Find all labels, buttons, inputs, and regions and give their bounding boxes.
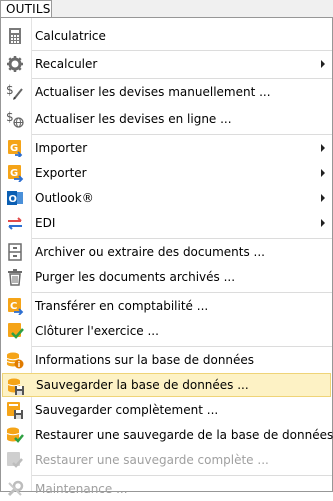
menu-item-importer[interactable]: G Importer xyxy=(2,136,331,160)
menu-item-transferer-comptabilite[interactable]: C Transférer en comptabilité ... xyxy=(2,294,331,318)
menu-item-label: Calculatrice xyxy=(35,29,106,43)
menu-item-label: Recalculer xyxy=(35,57,98,71)
separator xyxy=(32,78,332,79)
menu-item-label: EDI xyxy=(35,216,56,230)
submenu-arrow-icon xyxy=(321,194,325,202)
submenu-arrow-icon xyxy=(321,219,325,227)
gear-icon xyxy=(6,55,24,73)
menu-item-label: Actualiser les devises en ligne ... xyxy=(35,112,232,126)
menu-item-restaurer-sauvegarde-complete[interactable]: Restaurer une sauvegarde complète ... xyxy=(2,448,331,472)
menu-item-outlook[interactable]: O Outlook® xyxy=(2,186,331,210)
menu-item-label: Sauvegarder la base de données ... xyxy=(36,378,249,392)
database-restore-icon xyxy=(6,426,24,444)
menu-item-calculatrice[interactable]: Calculatrice xyxy=(2,24,331,48)
archive-icon xyxy=(6,243,24,261)
export-icon: G xyxy=(6,164,24,183)
menu-item-label: Archiver ou extraire des documents ... xyxy=(35,245,265,259)
svg-text:$: $ xyxy=(6,83,14,97)
svg-text:O: O xyxy=(9,194,18,205)
menu-item-actualiser-devises-manuellement[interactable]: $ Actualiser les devises manuellement ..… xyxy=(2,80,331,104)
menu-item-label: Restaurer une sauvegarde de la base de d… xyxy=(35,428,333,442)
submenu-arrow-icon xyxy=(321,169,325,177)
menu-item-label: Clôturer l'exercice ... xyxy=(35,324,159,338)
menu-item-label: Maintenance ... xyxy=(35,482,128,496)
separator xyxy=(32,50,332,51)
menu-item-maintenance[interactable]: Maintenance ... xyxy=(2,477,331,501)
menu-item-sauvegarder-completement[interactable]: Sauvegarder complètement ... xyxy=(2,398,331,422)
menu-item-actualiser-devises-en-ligne[interactable]: $ Actualiser les devises en ligne ... xyxy=(2,107,331,131)
menu-item-archiver[interactable]: Archiver ou extraire des documents ... xyxy=(2,240,331,264)
menu-item-label: Transférer en comptabilité ... xyxy=(35,299,209,313)
edi-icon xyxy=(6,214,24,232)
trash-icon xyxy=(6,268,24,286)
menu-item-cloturer-exercice[interactable]: Clôturer l'exercice ... xyxy=(2,319,331,343)
menu-item-purger[interactable]: Purger les documents archivés ... xyxy=(2,265,331,289)
svg-text:$: $ xyxy=(6,110,14,124)
currency-edit-icon: $ xyxy=(6,83,24,101)
full-backup-icon xyxy=(6,401,24,419)
full-restore-icon xyxy=(6,451,24,469)
menu-item-label: Actualiser les devises manuellement ... xyxy=(35,85,271,99)
menu-item-label: Outlook® xyxy=(35,191,94,205)
separator xyxy=(32,346,332,347)
calculator-icon xyxy=(6,27,24,45)
import-icon: G xyxy=(6,139,24,159)
svg-text:G: G xyxy=(10,143,18,154)
menu-item-label: Restaurer une sauvegarde complète ... xyxy=(35,453,269,467)
separator xyxy=(32,292,332,293)
wrench-icon xyxy=(6,480,24,498)
menu-item-sauvegarder-base[interactable]: Sauvegarder la base de données ... xyxy=(2,373,331,397)
menu-item-label: Informations sur la base de données xyxy=(35,353,255,367)
currency-online-icon: $ xyxy=(6,110,24,128)
submenu-arrow-icon xyxy=(321,144,325,152)
separator xyxy=(32,134,332,135)
submenu-arrow-icon xyxy=(321,60,325,68)
menu-item-restaurer-sauvegarde-base[interactable]: Restaurer une sauvegarde de la base de d… xyxy=(2,423,333,447)
menu-item-informations-base[interactable]: Informations sur la base de données xyxy=(2,348,331,372)
svg-text:G: G xyxy=(10,168,18,179)
menu-item-label: Exporter xyxy=(35,166,87,180)
outlook-icon: O xyxy=(6,189,24,207)
outils-dropdown-menu: Calculatrice Recalculer $ Actualiser les… xyxy=(0,17,333,497)
database-save-icon xyxy=(7,377,25,395)
svg-text:C: C xyxy=(10,301,17,312)
menu-bar: OUTILS xyxy=(0,0,333,18)
close-fiscal-year-icon xyxy=(6,322,24,340)
menu-item-recalculer[interactable]: Recalculer xyxy=(2,52,331,76)
menu-item-exporter[interactable]: G Exporter xyxy=(2,161,331,185)
separator xyxy=(32,475,332,476)
database-info-icon xyxy=(6,351,24,369)
menu-outils[interactable]: OUTILS xyxy=(0,0,52,18)
menu-item-label: Sauvegarder complètement ... xyxy=(35,403,219,417)
menu-item-label: Purger les documents archivés ... xyxy=(35,270,236,284)
separator xyxy=(32,238,332,239)
menu-item-label: Importer xyxy=(35,141,88,155)
transfer-accounting-icon: C xyxy=(6,297,24,316)
menu-item-edi[interactable]: EDI xyxy=(2,211,331,235)
